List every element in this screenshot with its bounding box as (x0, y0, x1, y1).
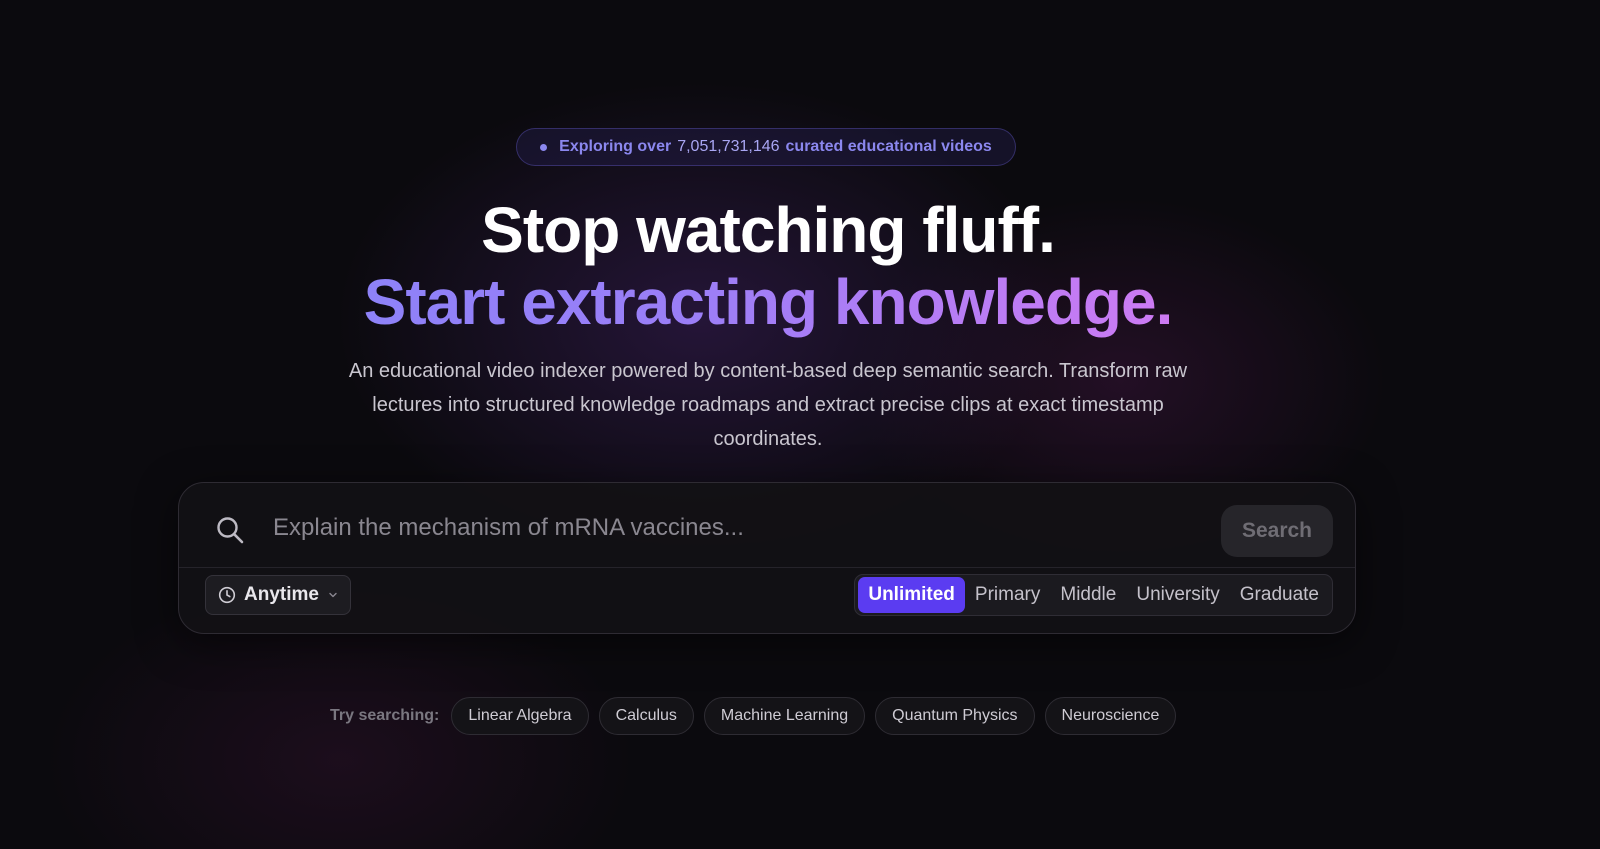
search-suggestions: Try searching: Linear Algebra Calculus M… (330, 696, 1177, 736)
suggestion-chip[interactable]: Linear Algebra (451, 697, 589, 735)
suggestion-chip[interactable]: Neuroscience (1044, 697, 1177, 735)
suggestions-label: Try searching: (330, 707, 440, 724)
badge-count: 7,051,731,146 (677, 138, 780, 155)
chevron-down-icon (329, 592, 337, 598)
landing-page: Exploring over 7,051,731,146 curated edu… (0, 0, 1600, 849)
hero-subtitle: An educational video indexer powered by … (348, 360, 1188, 450)
level-option-middle[interactable]: Middle (1050, 577, 1126, 613)
level-option-unlimited[interactable]: Unlimited (858, 577, 965, 613)
level-option-university[interactable]: University (1126, 577, 1229, 613)
search-card: Search Anytime Unlimited Primary Middle … (178, 482, 1356, 634)
video-count-badge: Exploring over 7,051,731,146 curated edu… (516, 128, 1016, 166)
search-button[interactable]: Search (1221, 505, 1333, 557)
level-option-primary[interactable]: Primary (965, 577, 1050, 613)
time-filter-label: Anytime (244, 584, 319, 605)
suggestion-chip[interactable]: Quantum Physics (875, 697, 1035, 735)
suggestion-chip[interactable]: Calculus (598, 697, 694, 735)
badge-prefix: Exploring over (559, 138, 672, 155)
time-filter-dropdown[interactable]: Anytime (205, 575, 351, 615)
education-level-selector: Unlimited Primary Middle University Grad… (854, 574, 1333, 616)
status-dot-icon (540, 143, 548, 151)
search-row: Search (179, 483, 1355, 568)
level-option-graduate[interactable]: Graduate (1230, 577, 1329, 613)
badge-suffix: curated educational videos (785, 138, 992, 155)
search-icon (217, 517, 244, 544)
headline-primary: Stop watching fluff. (481, 194, 1056, 266)
suggestion-chip[interactable]: Machine Learning (703, 697, 866, 735)
clock-icon (218, 586, 236, 604)
search-input[interactable] (271, 503, 1255, 553)
headline-gradient: Start extracting knowledge. (0, 266, 1536, 338)
